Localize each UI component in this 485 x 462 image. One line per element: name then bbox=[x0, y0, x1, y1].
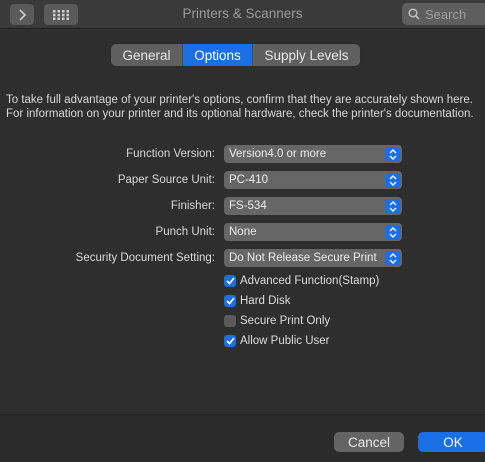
empty-checkbox-icon bbox=[224, 315, 236, 327]
hard-disk-label: Hard Disk bbox=[240, 295, 291, 307]
security-document-setting-popup[interactable]: Do Not Release Secure Print bbox=[224, 249, 402, 267]
updown-chevron-icon bbox=[385, 224, 400, 240]
advanced-function-label: Advanced Function(Stamp) bbox=[240, 275, 380, 287]
secure-print-only-label: Secure Print Only bbox=[240, 315, 331, 327]
tab-general[interactable]: General bbox=[111, 44, 183, 66]
search-field[interactable] bbox=[402, 3, 485, 25]
advanced-function-checkbox[interactable]: Advanced Function(Stamp) bbox=[224, 275, 379, 287]
secure-print-only-checkbox[interactable]: Secure Print Only bbox=[224, 315, 330, 327]
security-document-setting-label: Security Document Setting: bbox=[75, 252, 215, 264]
checkmark-icon bbox=[224, 275, 236, 287]
search-input[interactable] bbox=[425, 6, 485, 22]
updown-chevron-icon bbox=[385, 146, 400, 162]
content-panel bbox=[0, 30, 485, 414]
checkmark-icon bbox=[224, 295, 236, 307]
paper-source-unit-label: Paper Source Unit: bbox=[117, 174, 215, 186]
updown-chevron-icon bbox=[385, 172, 400, 188]
updown-chevron-icon bbox=[385, 198, 400, 214]
tab-options[interactable]: Options bbox=[183, 44, 253, 66]
printers-scanners-window: Printers & Scanners General Options Supp… bbox=[0, 0, 485, 462]
finisher-value: FS-534 bbox=[229, 200, 267, 212]
finisher-popup[interactable]: FS-534 bbox=[224, 197, 402, 215]
punch-unit-value: None bbox=[229, 226, 257, 238]
security-document-setting-value: Do Not Release Secure Print bbox=[229, 252, 377, 264]
intro-text: To take full advantage of your printer's… bbox=[6, 94, 474, 120]
punch-unit-popup[interactable]: None bbox=[224, 223, 402, 241]
paper-source-unit-popup[interactable]: PC-410 bbox=[224, 171, 402, 189]
finisher-label: Finisher: bbox=[170, 200, 215, 212]
cancel-button[interactable]: Cancel bbox=[334, 432, 404, 452]
allow-public-user-label: Allow Public User bbox=[240, 335, 330, 347]
tab-bar: General Options Supply Levels bbox=[111, 44, 360, 66]
punch-unit-label: Punch Unit: bbox=[155, 226, 215, 238]
paper-source-unit-value: PC-410 bbox=[229, 174, 268, 186]
dialog-footer: Cancel OK bbox=[0, 414, 485, 462]
title-bar: Printers & Scanners bbox=[0, 0, 485, 29]
tab-supply-levels[interactable]: Supply Levels bbox=[253, 44, 360, 66]
checkmark-icon bbox=[224, 335, 236, 347]
search-icon bbox=[408, 8, 420, 20]
function-version-label: Function Version: bbox=[126, 148, 215, 160]
function-version-value: Version4.0 or more bbox=[229, 148, 327, 160]
ok-button[interactable]: OK bbox=[418, 432, 485, 452]
function-version-popup[interactable]: Version4.0 or more bbox=[224, 145, 402, 163]
updown-chevron-icon bbox=[385, 250, 400, 266]
hard-disk-checkbox[interactable]: Hard Disk bbox=[224, 295, 290, 307]
allow-public-user-checkbox[interactable]: Allow Public User bbox=[224, 335, 329, 347]
